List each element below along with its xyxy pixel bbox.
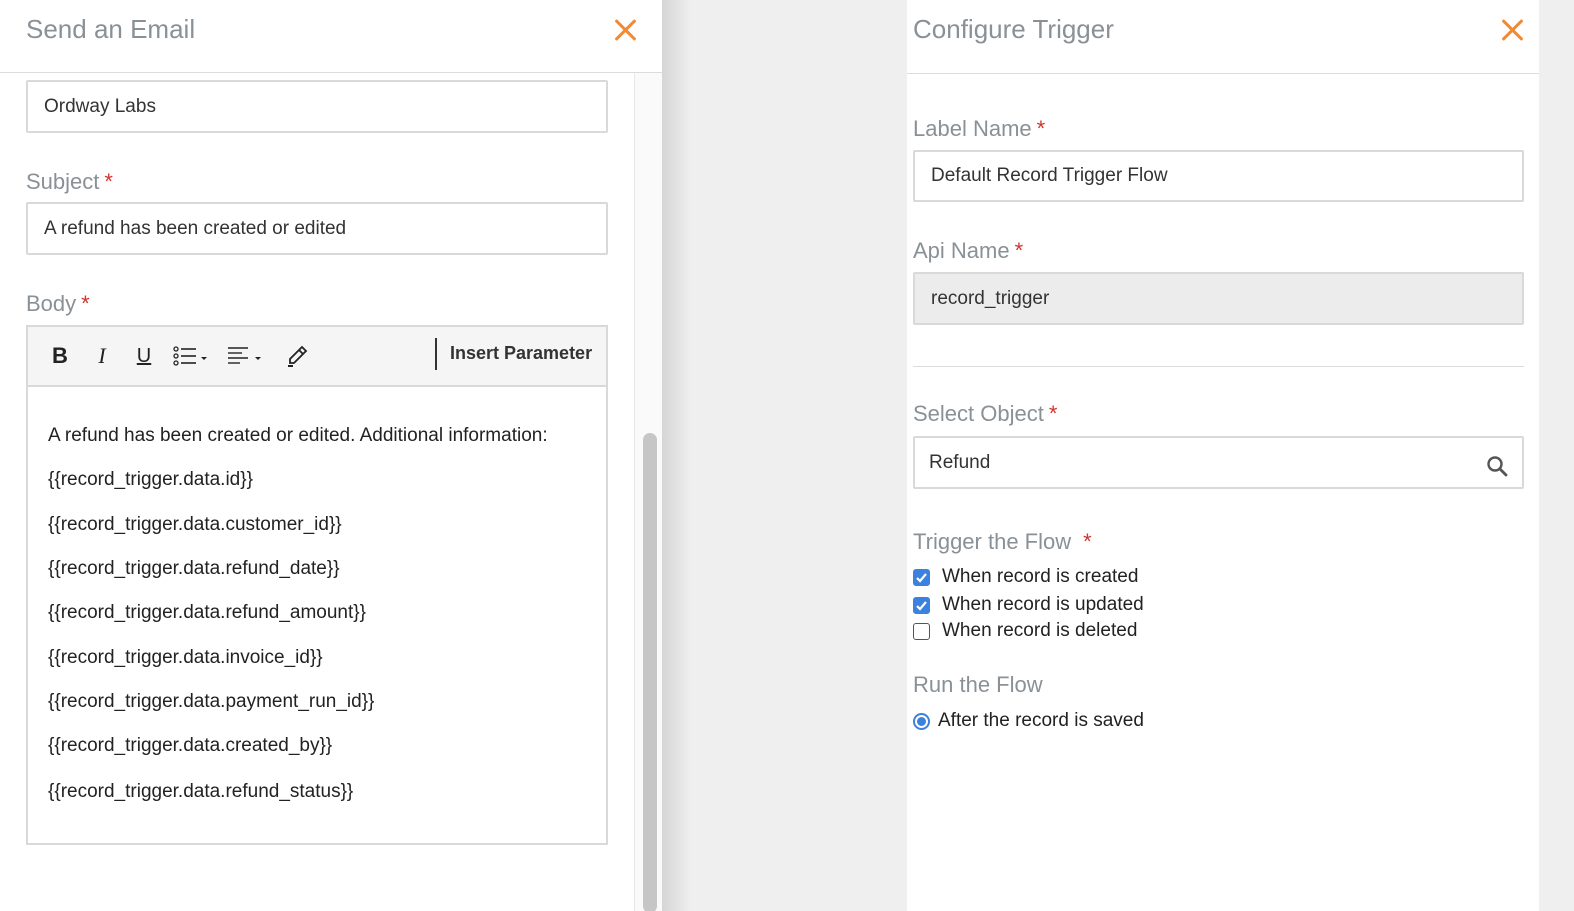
select-object-value: Refund: [929, 451, 991, 473]
checkbox-label: When record is created: [942, 566, 1139, 587]
editor-toolbar: B I U Insert Parameter: [28, 327, 606, 387]
backdrop: [662, 0, 907, 911]
align-dropdown-button[interactable]: [226, 341, 266, 371]
editor-line: A refund has been created or edited. Add…: [48, 425, 548, 446]
trigger-on-update-option[interactable]: When record is updated: [913, 594, 1144, 616]
backdrop-right: [1539, 0, 1574, 911]
radio-after-save[interactable]: [913, 712, 930, 730]
trigger-on-create-option[interactable]: When record is created: [913, 566, 1138, 588]
scrollbar-thumb[interactable]: [643, 433, 657, 911]
editor-line: {{record_trigger.data.refund_status}}: [48, 781, 354, 802]
configure-trigger-panel: Configure Trigger Label Name * Default Re…: [907, 0, 1539, 911]
pen-icon: [288, 345, 308, 367]
subject-label: Subject *: [26, 169, 113, 194]
trigger-flow-label: Trigger the Flow *: [913, 529, 1092, 554]
bold-button[interactable]: B: [48, 341, 72, 371]
bulleted-list-icon: [173, 346, 207, 366]
text-align-icon: [228, 347, 261, 364]
editor-line: {{record_trigger.data.refund_amount}}: [48, 602, 366, 623]
radio-label: After the record is saved: [938, 710, 1144, 731]
close-email-panel-button[interactable]: [612, 17, 638, 43]
api-name-value: record_trigger: [931, 287, 1050, 309]
required-marker: *: [1048, 401, 1058, 426]
label-name-input[interactable]: Default Record Trigger Flow: [913, 150, 1524, 202]
send-email-panel: Send an Email Ordway Labs Subject * A ref…: [0, 0, 662, 911]
select-object-label: Select Object *: [913, 401, 1058, 426]
api-name-input: record_trigger: [913, 272, 1524, 325]
email-panel-scrollbar[interactable]: [634, 73, 662, 911]
italic-button[interactable]: I: [90, 341, 114, 371]
from-name-input[interactable]: Ordway Labs: [26, 80, 608, 133]
editor-line: {{record_trigger.data.refund_date}}: [48, 558, 340, 579]
close-trigger-panel-button[interactable]: [1499, 17, 1525, 43]
color-pen-button[interactable]: [284, 341, 310, 371]
run-flow-label: Run the Flow: [913, 672, 1043, 697]
label-name-label: Label Name *: [913, 116, 1046, 141]
toolbar-separator: [435, 338, 437, 370]
panel-shadow: [662, 0, 690, 911]
editor-line: {{record_trigger.data.customer_id}}: [48, 514, 342, 535]
required-marker: *: [1083, 529, 1092, 554]
checkmark-icon: [916, 572, 927, 583]
required-marker: *: [81, 291, 90, 316]
select-object-input[interactable]: Refund: [913, 436, 1524, 489]
underline-button[interactable]: U: [132, 341, 156, 371]
trigger-on-delete-option[interactable]: When record is deleted: [913, 620, 1137, 642]
required-marker: *: [1036, 116, 1046, 141]
subject-input[interactable]: A refund has been created or edited: [26, 202, 608, 255]
subject-value: A refund has been created or edited: [44, 217, 347, 239]
checkbox-delete[interactable]: [913, 622, 930, 640]
list-dropdown-button[interactable]: [172, 341, 212, 371]
email-panel-header: Send an Email: [0, 0, 662, 73]
checkbox-label: When record is updated: [942, 594, 1144, 615]
editor-line: {{record_trigger.data.invoice_id}}: [48, 647, 323, 668]
run-after-save-option[interactable]: After the record is saved: [913, 710, 1144, 732]
checkbox-label: When record is deleted: [942, 620, 1138, 641]
section-divider: [913, 366, 1524, 367]
editor-line: {{record_trigger.data.created_by}}: [48, 735, 333, 756]
trigger-panel-header: Configure Trigger: [907, 0, 1539, 74]
required-marker: *: [104, 169, 113, 194]
body-label: Body *: [26, 291, 90, 316]
api-name-label: Api Name *: [913, 238, 1024, 263]
checkmark-icon: [916, 600, 927, 611]
checkbox-create[interactable]: [913, 568, 930, 586]
search-icon[interactable]: [1486, 455, 1508, 477]
from-name-value: Ordway Labs: [44, 95, 156, 117]
insert-parameter-button[interactable]: Insert Parameter: [450, 343, 592, 364]
label-name-value: Default Record Trigger Flow: [931, 165, 1168, 186]
editor-line: {{record_trigger.data.id}}: [48, 469, 253, 490]
editor-line: {{record_trigger.data.payment_run_id}}: [48, 691, 375, 712]
body-editor[interactable]: B I U Insert Parameter A refund has been…: [26, 325, 608, 845]
email-panel-title: Send an Email: [26, 14, 196, 44]
checkbox-update[interactable]: [913, 596, 930, 614]
trigger-panel-title: Configure Trigger: [913, 14, 1114, 44]
required-marker: *: [1014, 238, 1024, 263]
radio-selected-dot: [917, 716, 926, 726]
